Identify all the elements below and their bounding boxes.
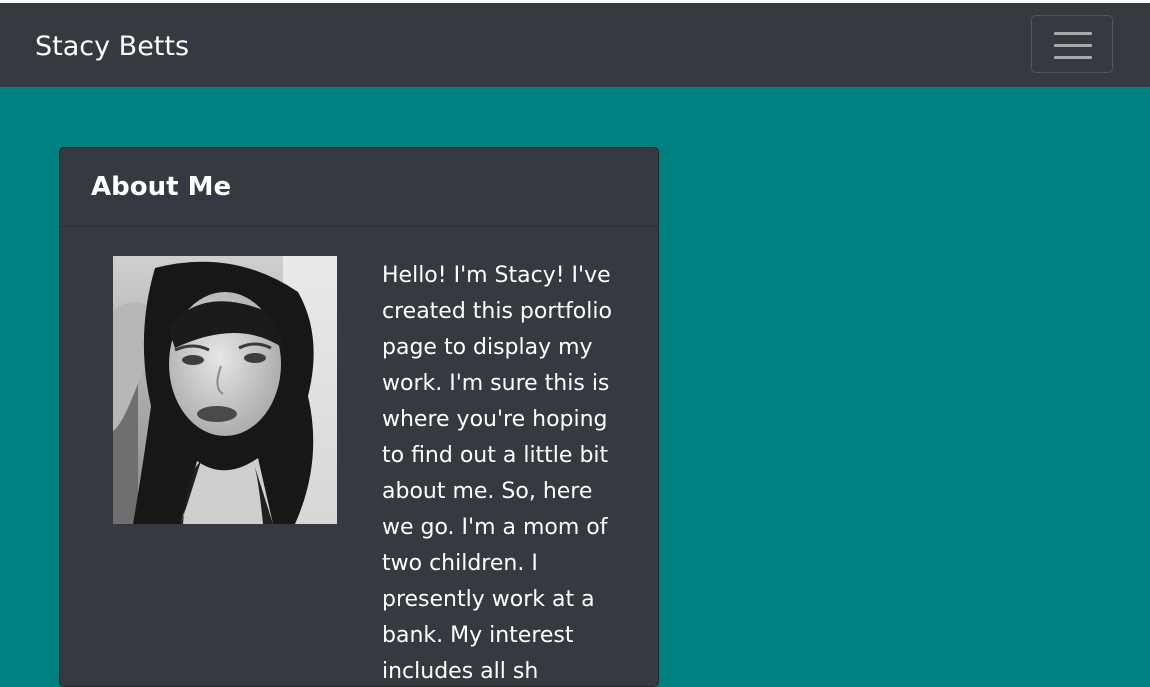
about-bio-text: Hello! I'm Stacy! I've created this port… bbox=[382, 263, 612, 684]
about-title: About Me bbox=[91, 172, 232, 202]
navbar-brand[interactable]: Stacy Betts bbox=[35, 29, 189, 65]
navbar-toggler-button[interactable] bbox=[1031, 15, 1113, 73]
about-card: About Me Hello! I'm Stacy! I've created … bbox=[59, 147, 659, 687]
about-card-header: About Me bbox=[60, 148, 658, 227]
navbar: Stacy Betts bbox=[0, 3, 1150, 87]
profile-photo bbox=[113, 256, 337, 524]
